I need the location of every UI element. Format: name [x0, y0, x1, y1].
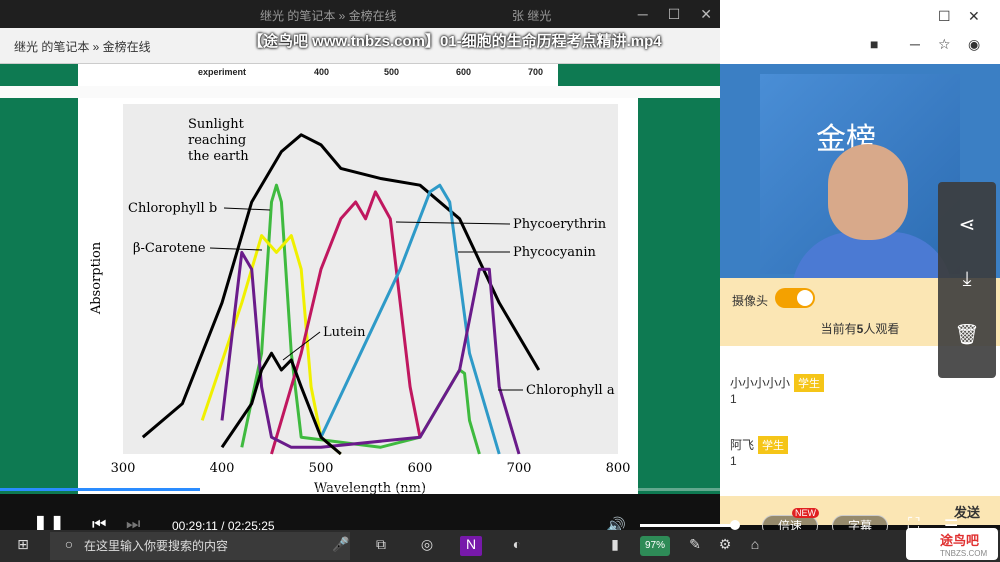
tnbzs-watermark: 途鸟吧 TNBZS.COM: [906, 528, 998, 560]
minimize-icon[interactable]: ─: [638, 6, 648, 22]
watermark-text: 途鸟吧: [940, 533, 980, 548]
x-tick-label: 600: [408, 461, 433, 476]
label-sunlight-3: the earth: [188, 149, 249, 164]
volume-knob[interactable]: [730, 520, 740, 530]
camera-toggle[interactable]: [775, 288, 815, 308]
strip-tick: 400: [314, 67, 330, 77]
tray-icon[interactable]: ⚙: [714, 536, 736, 556]
bg-title-left: 继光 的笔记本 » 金榜在线: [260, 9, 397, 23]
windows-taskbar: ⊞ 在这里输入你要搜索的内容 ○ 🎤 ⧉ ◎ N ◐ ▮ 97% ✎ ⚙ ⌂: [0, 530, 1000, 562]
label-chlorophyll-b: Chlorophyll b: [128, 201, 217, 216]
x-tick-label: 500: [309, 461, 334, 476]
tray-icon[interactable]: ⌂: [744, 536, 766, 556]
close-icon[interactable]: ✕: [700, 6, 712, 23]
chat-username: 小小小小小: [730, 376, 791, 390]
breadcrumb[interactable]: 继光 的笔记本 » 金榜在线: [14, 38, 151, 55]
slide-divider: [0, 86, 720, 98]
strip-label: experiment: [198, 67, 247, 77]
star-icon[interactable]: ☆: [938, 36, 951, 53]
download-icon[interactable]: ⤓: [954, 266, 980, 292]
label-phycoerythrin: Phycoerythrin: [513, 217, 607, 232]
watermark-url: TNBZS.COM: [940, 549, 988, 558]
slide-main: 300 400 500 600 700 800 Wavelength (nm) Absor…: [78, 98, 638, 494]
label-sunlight-2: reaching: [188, 133, 246, 148]
student-badge: 学生: [794, 374, 825, 392]
x-tick-label: 700: [507, 461, 532, 476]
label-phycocyanin: Phycocyanin: [513, 245, 596, 260]
strip-tick: 500: [384, 67, 400, 77]
onenote-icon[interactable]: N: [460, 536, 482, 556]
chat-message-text: 1: [730, 392, 737, 406]
volume-slider[interactable]: [640, 524, 736, 527]
viewers-suffix: 人观看: [863, 322, 900, 336]
bg-title-right: 张 继光: [512, 9, 552, 23]
windows-start-icon[interactable]: ⊞: [12, 536, 34, 556]
chat-username: 阿飞: [730, 438, 755, 452]
camera-label: 摄像头: [732, 294, 769, 308]
x-tick-label: 300: [111, 461, 136, 476]
taskbar-search[interactable]: 在这里输入你要搜索的内容: [50, 532, 350, 560]
viewers-prefix: 当前有: [820, 322, 857, 336]
cortana-icon[interactable]: ○: [58, 536, 80, 556]
restore-icon[interactable]: ☐: [938, 8, 951, 25]
strip-tick: 700: [528, 67, 544, 77]
label-chlorophyll-a: Chlorophyll a: [526, 383, 615, 398]
label-sunlight-1: Sunlight: [188, 117, 245, 132]
label-beta-carotene: β-Carotene: [133, 241, 206, 256]
slide-area: experiment 400 500 600 700 300 400 500 600 7…: [0, 64, 720, 494]
absorption-chart: 300 400 500 600 700 800 Wavelength (nm) Absor…: [89, 104, 631, 494]
trash-icon[interactable]: 🗑: [954, 322, 980, 348]
window-controls: ─ ☐ ✕: [638, 0, 720, 28]
video-progress[interactable]: [0, 486, 1000, 492]
x-tick-label: 400: [210, 461, 235, 476]
strip-tick: 600: [456, 67, 472, 77]
slide-top-strip: experiment 400 500 600 700: [78, 64, 558, 86]
background-title-bar: 继光 的笔记本 » 金榜在线 张 继光: [0, 0, 720, 28]
battery-indicator: 97%: [640, 536, 670, 556]
user-icon[interactable]: ◉: [968, 36, 980, 53]
y-axis-label: Absorption: [89, 241, 104, 315]
progress-fill: [0, 488, 200, 491]
video-title: 【途鸟吧 www.tnbzs.com】01-细胞的生命历程考点精讲.mp4: [248, 33, 662, 50]
microphone-icon[interactable]: 🎤: [330, 536, 352, 556]
chat-message-user: 小小小小小 学生: [730, 374, 825, 392]
student-badge: 学生: [758, 436, 789, 454]
minimize-icon[interactable]: ─: [910, 36, 920, 52]
label-lutein: Lutein: [323, 325, 366, 340]
panel-top-bar: ■ ─ ☐ ☆ ✕ ◉: [720, 0, 1000, 64]
app-icon[interactable]: ▮: [604, 536, 626, 556]
camera-icon[interactable]: ■: [870, 36, 878, 52]
chat-message-user: 阿飞 学生: [730, 436, 789, 454]
close-icon[interactable]: ✕: [968, 8, 980, 25]
chat-message-text: 1: [730, 454, 737, 468]
tray-icon[interactable]: ✎: [684, 536, 706, 556]
task-view-icon[interactable]: ⧉: [370, 536, 392, 556]
teacher-head: [828, 144, 908, 240]
maximize-icon[interactable]: ☐: [668, 6, 681, 23]
floating-action-menu: ⋖ ⤓ 🗑: [938, 182, 996, 378]
chrome-icon[interactable]: ◎: [416, 536, 438, 556]
new-badge: NEW: [792, 508, 819, 518]
app-icon[interactable]: ◐: [506, 536, 528, 556]
share-icon[interactable]: ⋖: [954, 212, 980, 238]
x-tick-label: 800: [606, 461, 631, 476]
tick-layer: 300 400 500 600 700 800: [111, 461, 631, 476]
